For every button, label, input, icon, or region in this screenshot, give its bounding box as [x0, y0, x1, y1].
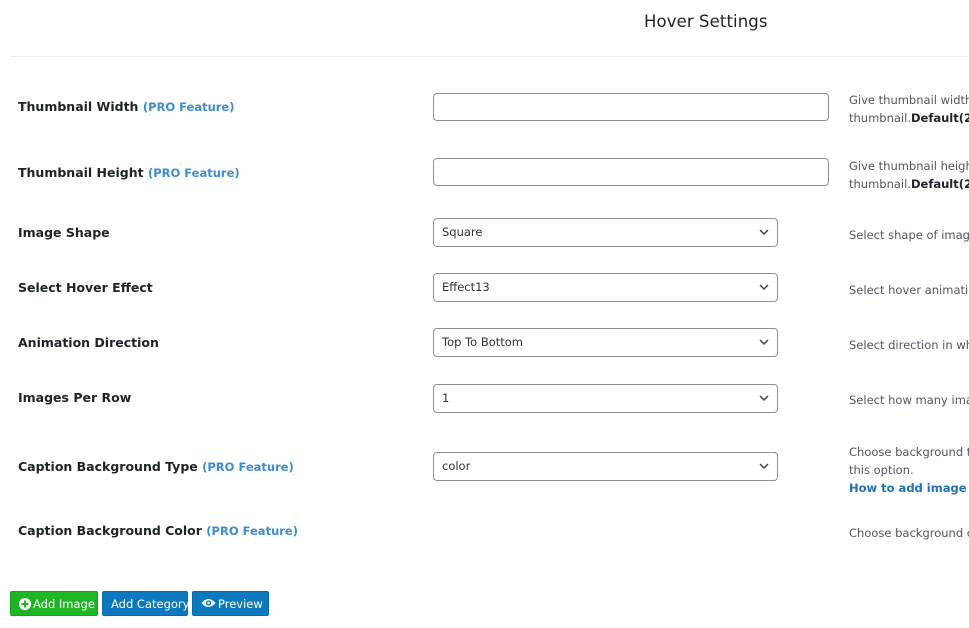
thumbnail-width-label: Thumbnail Width (PRO Feature): [18, 99, 235, 114]
caption-bg-type-description: Choose background ty this option. How to…: [849, 443, 969, 497]
images-per-row-select[interactable]: 1: [433, 384, 778, 413]
caption-bg-type-desc-line2: this option.: [849, 463, 914, 477]
add-category-button[interactable]: Add Category: [102, 591, 190, 616]
chevron-down-icon: [759, 395, 769, 402]
thumbnail-height-input[interactable]: [433, 158, 829, 186]
images-per-row-value: 1: [442, 391, 450, 405]
desc-prefix: thumbnail.: [849, 177, 911, 191]
caption-bg-type-label-text: Caption Background Type: [18, 459, 198, 474]
caption-bg-type-value: color: [442, 459, 471, 473]
caption-bg-color-label-text: Caption Background Color: [18, 523, 202, 538]
caption-bg-type-label: Caption Background Type (PRO Feature): [18, 459, 294, 474]
image-shape-value: Square: [442, 225, 483, 239]
thumbnail-width-desc-line2: thumbnail.Default(220: [849, 109, 969, 127]
pro-feature-tag: (PRO Feature): [142, 100, 235, 114]
chevron-down-icon: [759, 463, 769, 470]
thumbnail-width-label-text: Thumbnail Width: [18, 99, 139, 114]
image-shape-label: Image Shape: [18, 225, 110, 240]
desc-default: Default(220: [910, 111, 969, 125]
desc-default: Default(220: [910, 177, 969, 191]
chevron-down-icon: [759, 284, 769, 291]
header-divider: [10, 56, 969, 57]
thumbnail-width-input[interactable]: [433, 93, 829, 121]
images-per-row-label: Images Per Row: [18, 390, 132, 405]
thumbnail-width-desc-line1: Give thumbnail width (: [849, 93, 969, 107]
add-image-label: Add Image: [33, 597, 95, 611]
chevron-down-icon: [759, 339, 769, 346]
eye-icon: [201, 599, 216, 607]
pro-feature-tag: (PRO Feature): [147, 166, 240, 180]
images-per-row-description: Select how many imag: [849, 393, 969, 407]
hover-effect-description: Select hover animation: [849, 283, 969, 297]
image-shape-description: Select shape of image.: [849, 228, 969, 242]
desc-prefix: thumbnail.: [849, 111, 911, 125]
thumbnail-width-description: Give thumbnail width ( thumbnail.Default…: [849, 91, 969, 127]
image-shape-select[interactable]: Square: [433, 218, 778, 247]
page-title: Hover Settings: [644, 12, 768, 31]
hover-effect-value: Effect13: [442, 280, 490, 294]
thumbnail-height-label: Thumbnail Height (PRO Feature): [18, 165, 240, 180]
caption-bg-color-description: Choose background co: [849, 526, 969, 540]
thumbnail-height-desc-line1: Give thumbnail height: [849, 159, 969, 173]
hover-effect-select[interactable]: Effect13: [433, 273, 778, 302]
add-category-label: Add Category: [111, 597, 190, 611]
caption-bg-color-label: Caption Background Color (PRO Feature): [18, 523, 298, 538]
thumbnail-height-label-text: Thumbnail Height: [18, 165, 144, 180]
animation-direction-description: Select direction in whic: [849, 338, 969, 352]
thumbnail-height-description: Give thumbnail height thumbnail.Default(…: [849, 157, 969, 193]
preview-button[interactable]: Preview: [192, 591, 269, 616]
preview-label: Preview: [218, 597, 263, 611]
animation-direction-select[interactable]: Top To Bottom: [433, 328, 778, 357]
caption-bg-type-desc-line1: Choose background ty: [849, 445, 969, 459]
thumbnail-height-desc-line2: thumbnail.Default(220: [849, 175, 969, 193]
animation-direction-value: Top To Bottom: [442, 335, 524, 349]
plus-circle-icon: [19, 598, 31, 610]
chevron-down-icon: [759, 229, 769, 236]
pro-feature-tag: (PRO Feature): [206, 524, 298, 538]
pro-feature-tag: (PRO Feature): [202, 460, 294, 474]
caption-bg-type-select[interactable]: color: [433, 452, 778, 481]
animation-direction-label: Animation Direction: [18, 335, 159, 350]
how-to-add-image-link[interactable]: How to add image ov: [849, 481, 969, 495]
hover-effect-label: Select Hover Effect: [18, 280, 153, 295]
add-image-button[interactable]: Add Image: [10, 591, 98, 616]
